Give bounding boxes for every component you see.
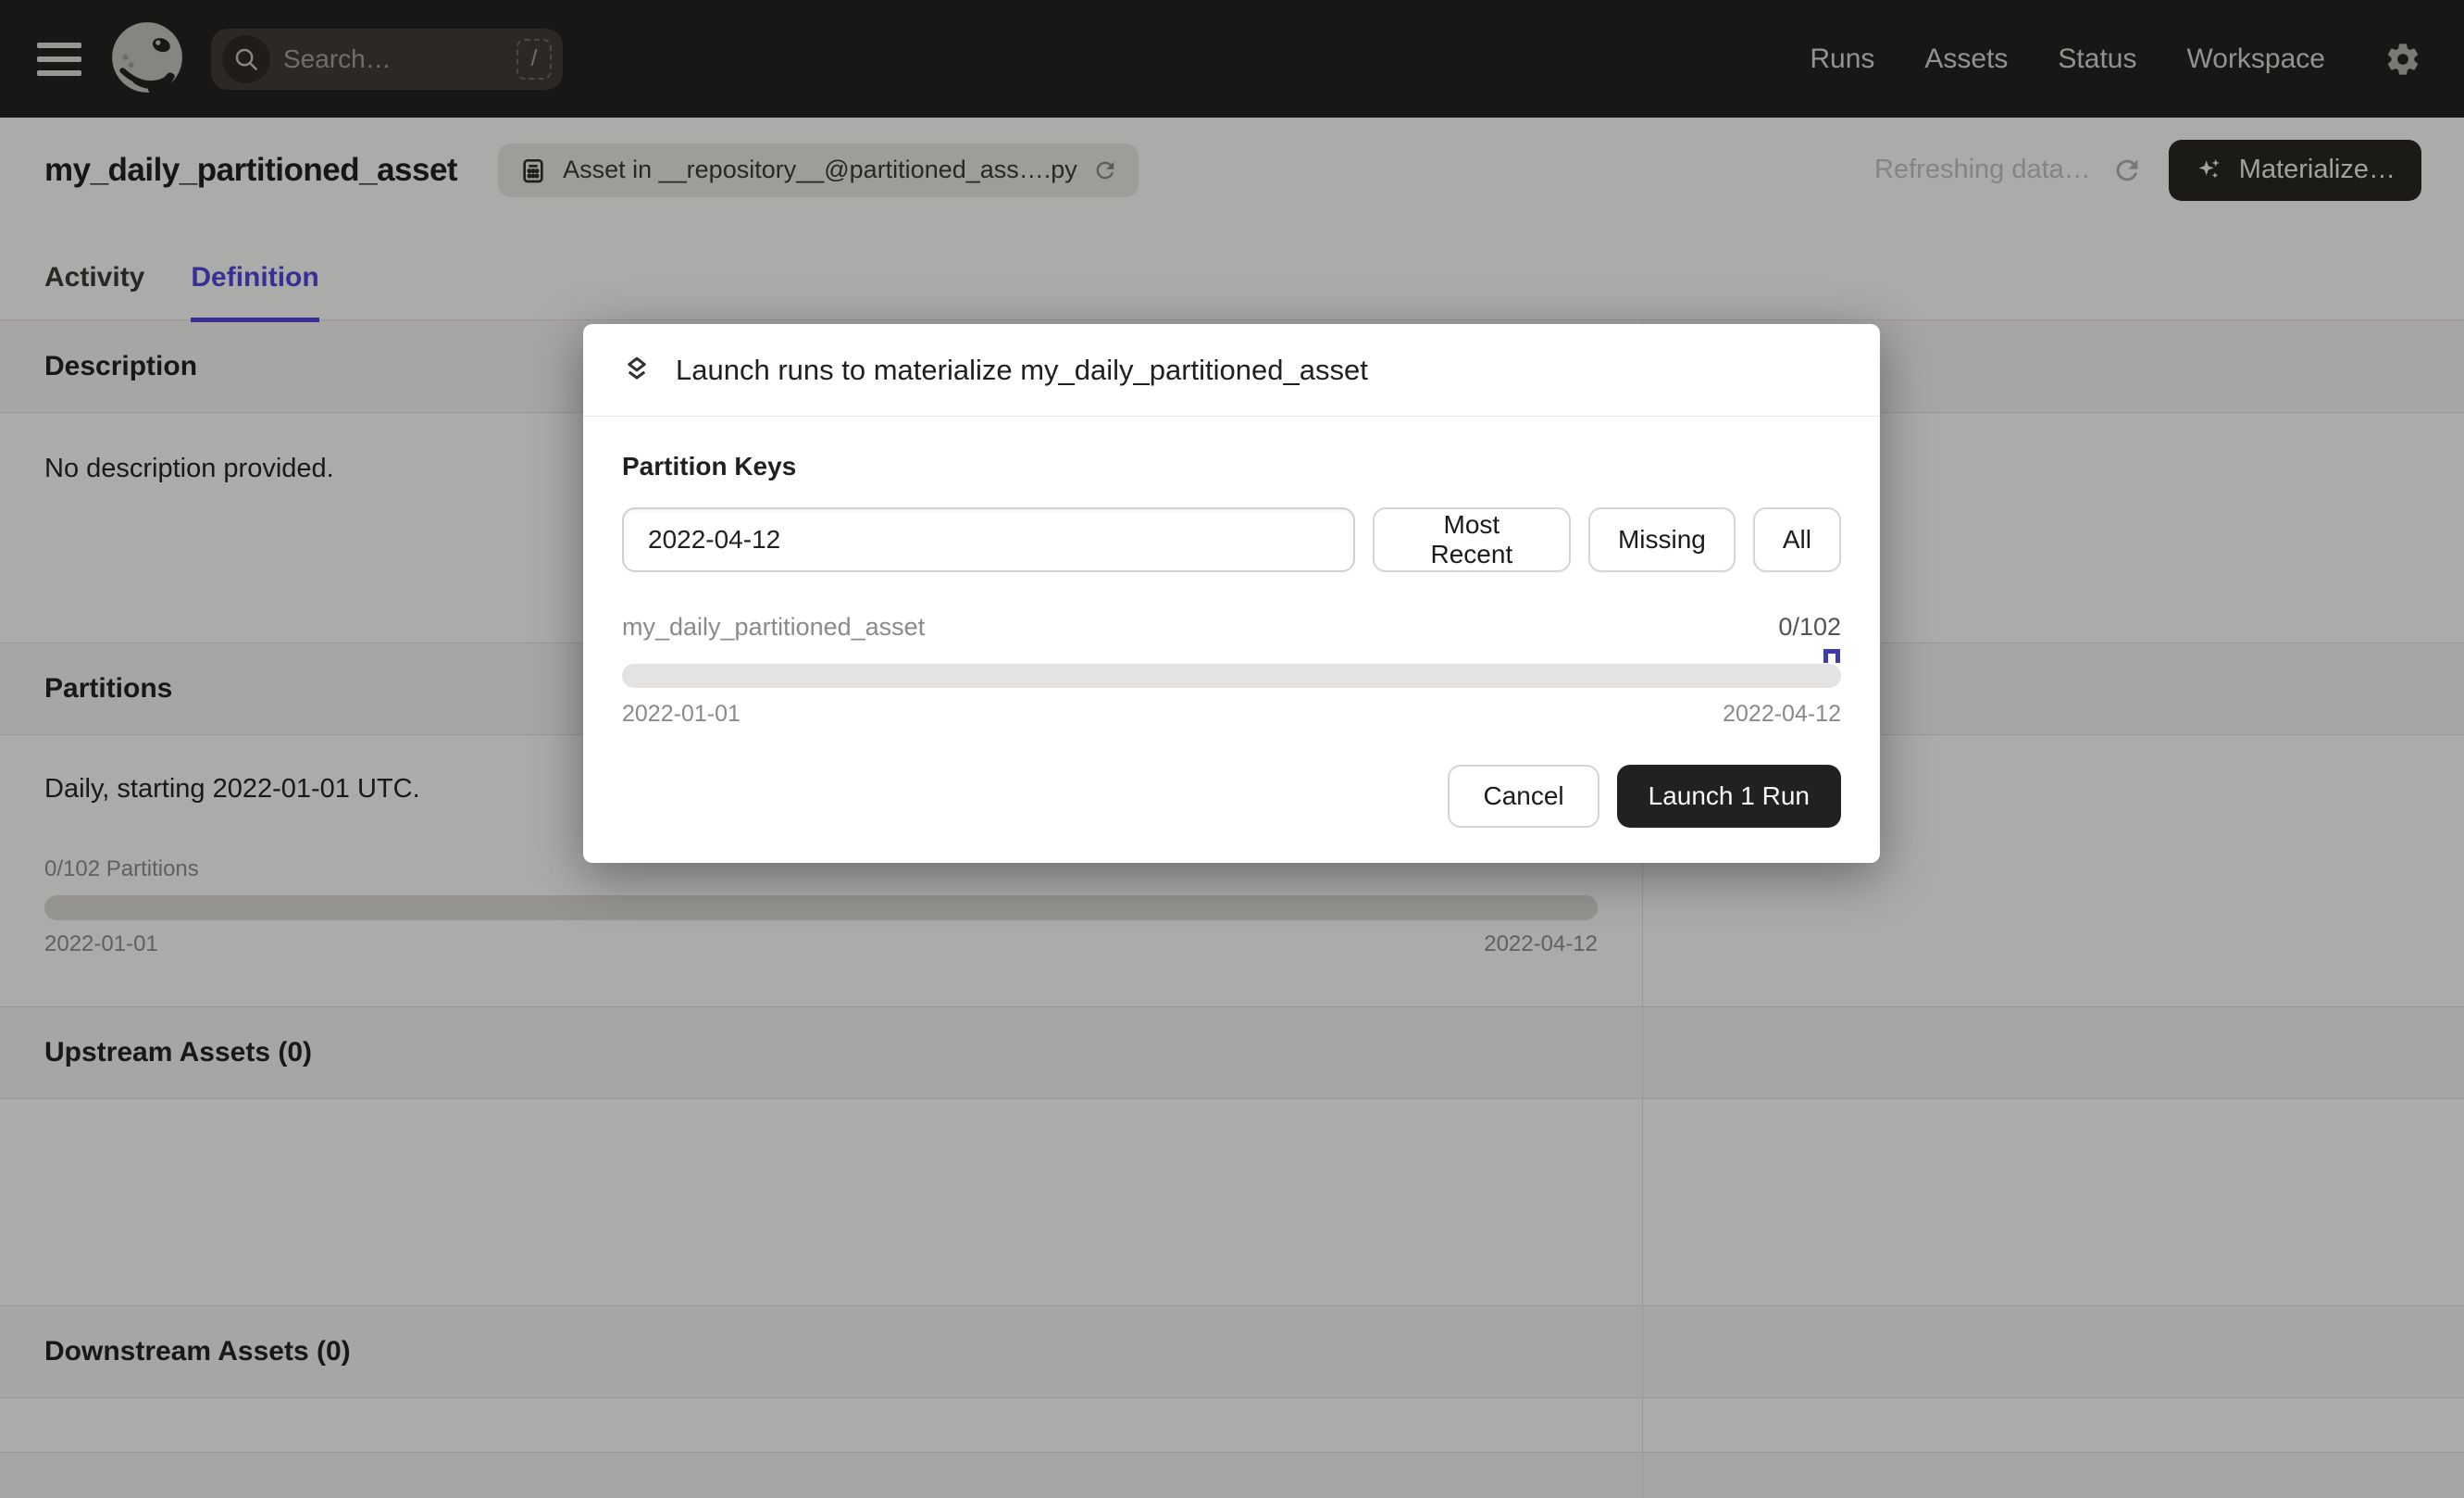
- all-button[interactable]: All: [1753, 507, 1841, 572]
- partition-key-input[interactable]: [622, 507, 1355, 572]
- dialog-footer: Cancel Launch 1 Run: [583, 728, 1880, 863]
- dialog-range-end: 2022-04-12: [1723, 701, 1841, 728]
- dialog-range-start: 2022-01-01: [622, 701, 740, 728]
- missing-button[interactable]: Missing: [1588, 507, 1736, 572]
- progress-asset-name: my_daily_partitioned_asset: [622, 613, 925, 642]
- partition-keys-label: Partition Keys: [622, 452, 1841, 481]
- selected-partition-marker: [1823, 649, 1840, 663]
- dialog-body: Partition Keys Most Recent Missing All m…: [583, 417, 1880, 728]
- dialog-partition-range: 2022-01-01 2022-04-12: [622, 701, 1841, 728]
- dialog-header: Launch runs to materialize my_daily_part…: [583, 324, 1880, 417]
- dialog-title: Launch runs to materialize my_daily_part…: [676, 354, 1368, 387]
- dialog-partition-health-bar[interactable]: [622, 664, 1841, 688]
- launch-runs-dialog: Launch runs to materialize my_daily_part…: [583, 324, 1880, 863]
- most-recent-button[interactable]: Most Recent: [1373, 507, 1571, 572]
- selection-marker-row: [622, 642, 1841, 664]
- cancel-button[interactable]: Cancel: [1448, 765, 1599, 828]
- progress-count: 0/102: [1778, 613, 1841, 642]
- app-screen: / Runs Assets Status Workspace my_daily_…: [0, 0, 2464, 1498]
- layers-icon: [620, 354, 653, 387]
- launch-run-button[interactable]: Launch 1 Run: [1617, 765, 1841, 828]
- partition-progress-labels: my_daily_partitioned_asset 0/102: [622, 613, 1841, 642]
- partition-key-row: Most Recent Missing All: [622, 507, 1841, 572]
